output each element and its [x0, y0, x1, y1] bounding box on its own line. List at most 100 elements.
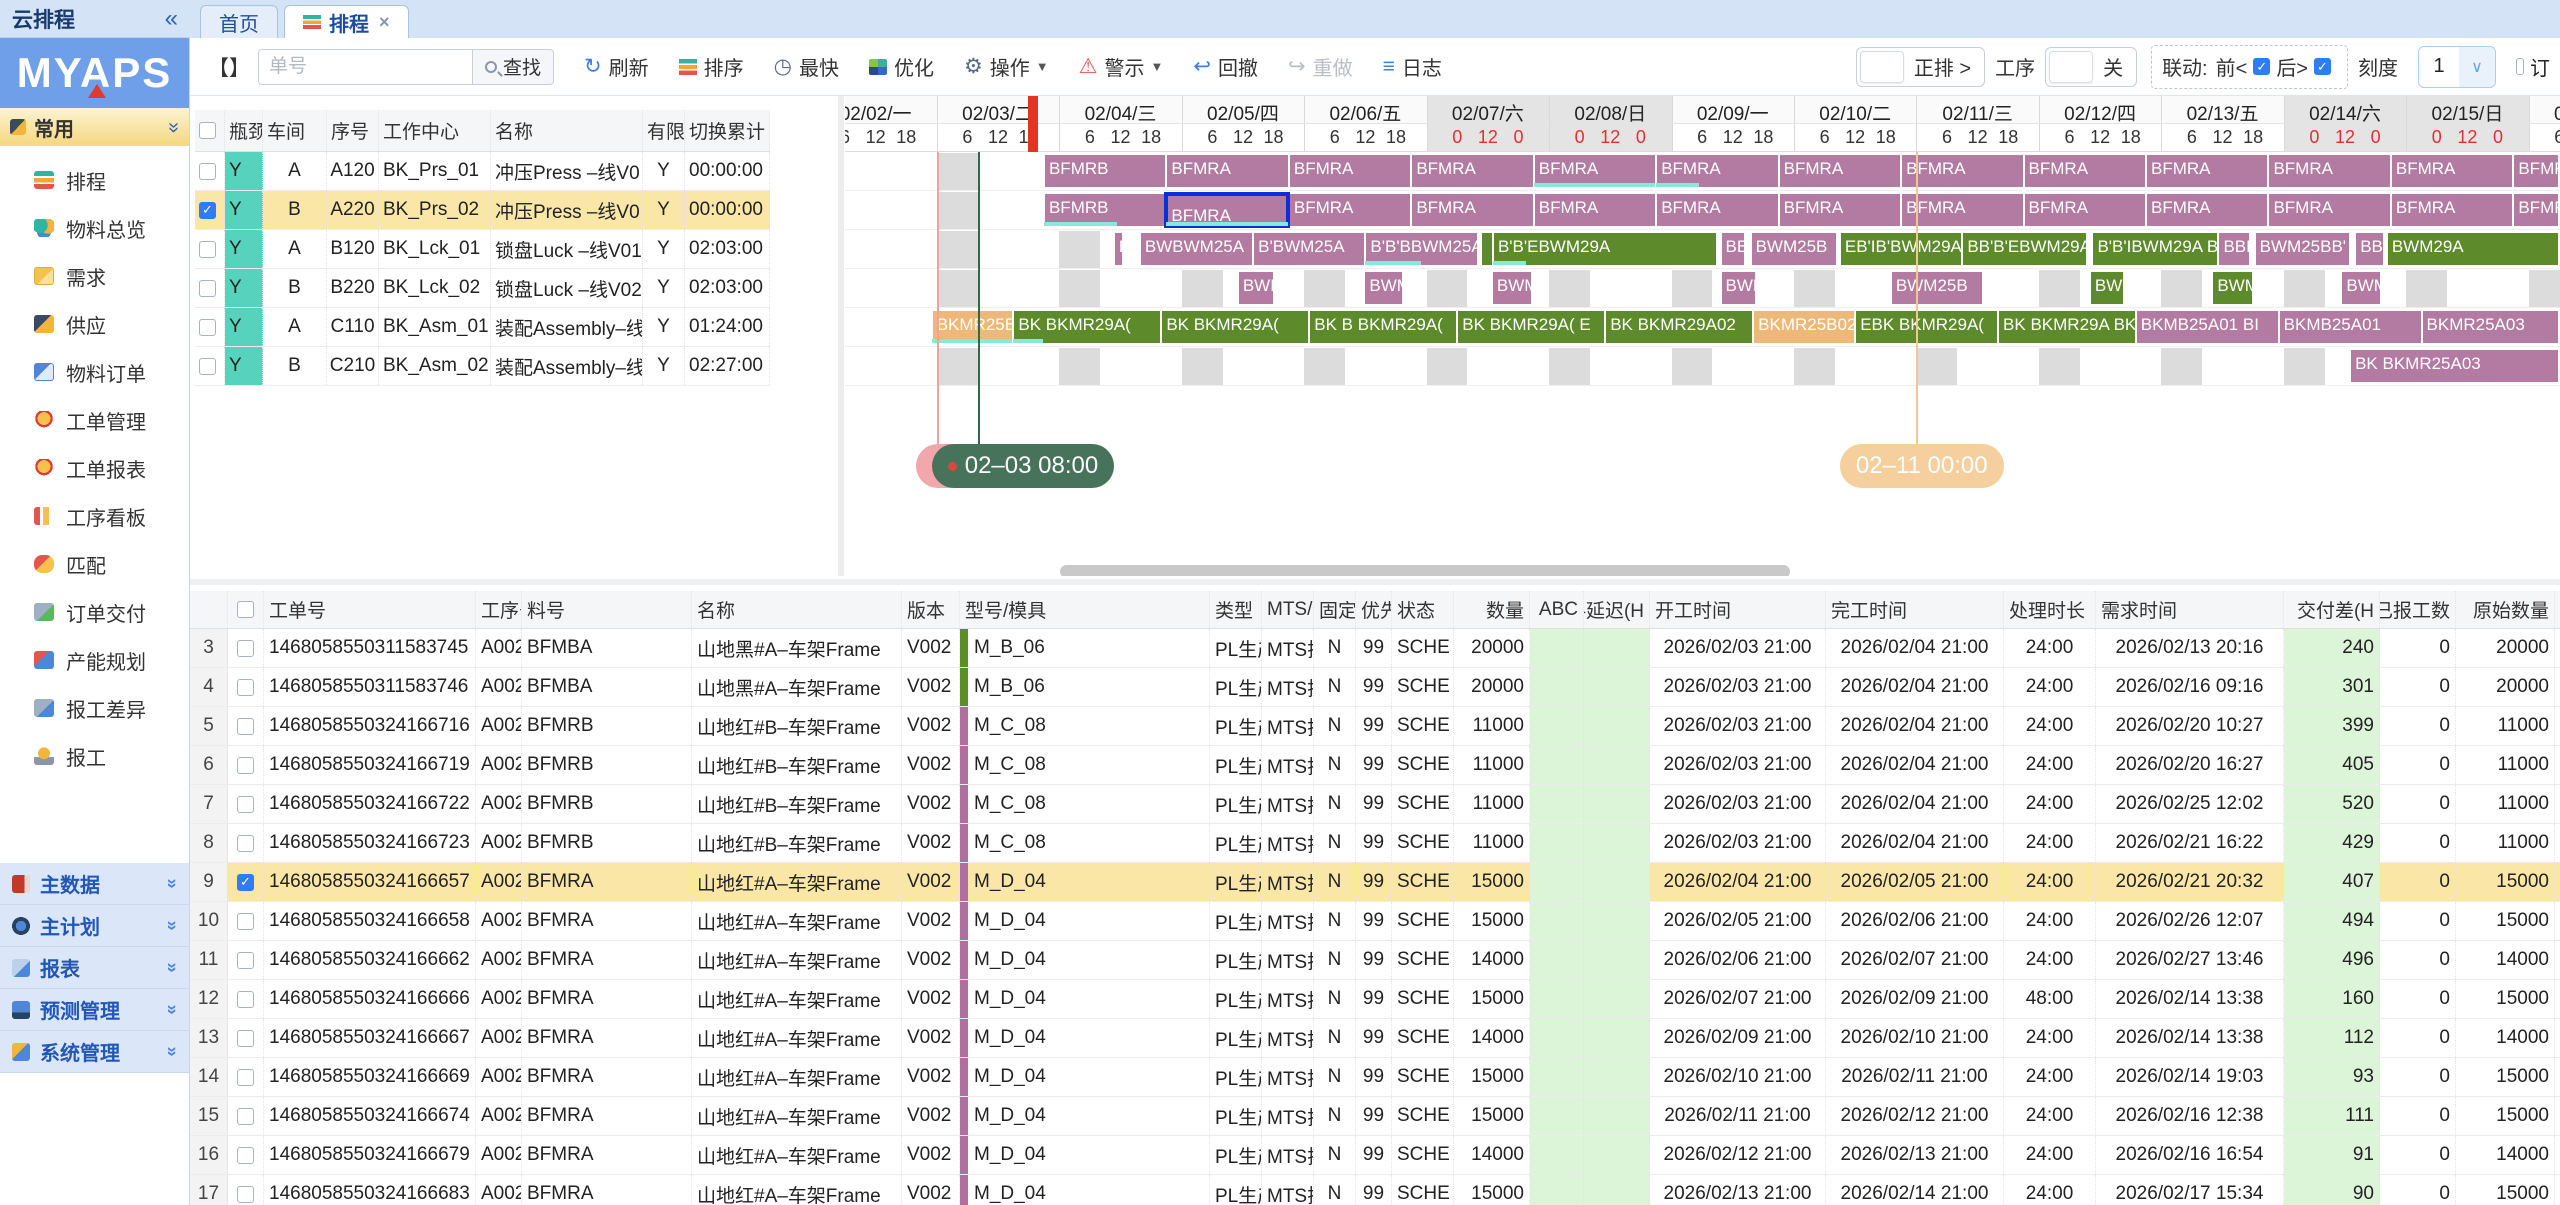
work-order-row[interactable]: 111468058550324166662A002BFMRA山地红#A–车架Fr…: [190, 941, 2560, 980]
sidebar-item-订单交付[interactable]: 订单交付: [0, 588, 189, 636]
sidebar-group-系统管理[interactable]: 系统管理»: [0, 1031, 189, 1073]
order-search-input[interactable]: [258, 49, 473, 85]
row-checkbox[interactable]: [199, 358, 216, 375]
sidebar-group-预测管理[interactable]: 预测管理»: [0, 989, 189, 1031]
gantt-bar[interactable]: BKMR25A03: [2422, 311, 2559, 343]
gantt-bar[interactable]: BFMRA: [1166, 155, 1287, 187]
linkage-back-checkbox[interactable]: ✓: [2314, 58, 2331, 75]
chevron-expand-icon[interactable]: »: [161, 878, 182, 888]
gantt-bar[interactable]: BFMRA: [1779, 155, 1900, 187]
chevron-expand-icon[interactable]: »: [161, 1046, 182, 1056]
orange-time-pill[interactable]: 02–11 00:00: [1840, 444, 2004, 488]
sidebar-item-供应[interactable]: 供应: [0, 300, 189, 348]
row-checkbox[interactable]: ✓: [237, 874, 254, 891]
sidebar-item-报工[interactable]: 报工: [0, 732, 189, 780]
gantt-bar[interactable]: BWM: [2090, 272, 2123, 304]
gantt-bar[interactable]: BFMRA: [2513, 155, 2558, 187]
gantt-bar[interactable]: BWM: [2212, 272, 2252, 304]
work-order-row[interactable]: 171468058550324166683A002BFMRA山地红#A–车架Fr…: [190, 1175, 2560, 1205]
tab-首页[interactable]: 首页: [200, 5, 278, 38]
gantt-bar[interactable]: BFMRA: [2268, 194, 2389, 226]
row-checkbox[interactable]: ✓: [199, 202, 216, 219]
sidebar-collapse-icon[interactable]: «: [165, 5, 178, 33]
sidebar-group-报表[interactable]: 报表»: [0, 947, 189, 989]
row-checkbox[interactable]: [237, 1069, 254, 1086]
sidebar-item-物料订单[interactable]: 物料订单: [0, 348, 189, 396]
sidebar-item-排程[interactable]: 排程: [0, 156, 189, 204]
clipped-checkbox[interactable]: [2516, 58, 2524, 75]
row-checkbox[interactable]: [199, 122, 216, 139]
row-checkbox[interactable]: [237, 640, 254, 657]
row-checkbox[interactable]: [237, 1186, 254, 1203]
row-checkbox[interactable]: [237, 835, 254, 852]
forward-schedule-toggle[interactable]: 正排 >: [1856, 47, 1985, 87]
gantt-bar[interactable]: BWM: [1721, 272, 1756, 304]
gantt-bar[interactable]: B'B'BBWM25A: [1365, 233, 1476, 265]
gantt-bar[interactable]: BWM: [2341, 272, 2379, 304]
row-checkbox[interactable]: [237, 1147, 254, 1164]
row-checkbox[interactable]: [237, 796, 254, 813]
gantt-bar[interactable]: BB': [2355, 233, 2383, 265]
row-checkbox[interactable]: [199, 319, 216, 336]
work-order-row[interactable]: 121468058550324166666A002BFMRA山地红#A–车架Fr…: [190, 980, 2560, 1019]
row-checkbox[interactable]: [237, 952, 254, 969]
gantt-bar[interactable]: BFMRA: [2146, 155, 2267, 187]
chevron-down-icon[interactable]: ∨: [2459, 46, 2495, 88]
chevron-expand-icon[interactable]: »: [161, 920, 182, 930]
gantt-bar[interactable]: BK BKMR25A03: [2350, 350, 2558, 382]
work-order-row[interactable]: 31468058550311583745A002BFMBA山地黑#A–车架Fra…: [190, 629, 2560, 668]
gantt-bar[interactable]: BFMRA: [2024, 155, 2145, 187]
work-order-row[interactable]: 161468058550324166679A002BFMRA山地红#A–车架Fr…: [190, 1136, 2560, 1175]
work-center-row[interactable]: YBB220BK_Lck_02锁盘Luck –线V02Y02:03:00: [195, 269, 770, 308]
row-checkbox[interactable]: [199, 280, 216, 297]
row-checkbox[interactable]: [237, 1108, 254, 1125]
gantt-bar[interactable]: BFMRA: [1656, 155, 1777, 187]
work-order-row[interactable]: 101468058550324166658A002BFMRA山地红#A–车架Fr…: [190, 902, 2560, 941]
gantt-bar[interactable]: BFMRA: [1534, 155, 1655, 187]
work-center-row[interactable]: YBC210BK_Asm_02装配Assembly–线Y02:27:00: [195, 347, 770, 386]
row-checkbox[interactable]: [199, 241, 216, 258]
gantt-bar[interactable]: B': [1114, 233, 1122, 265]
gantt-bar[interactable]: BFMRB: [1044, 194, 1165, 226]
work-order-row[interactable]: 81468058550324166723A002BFMRB山地红#B–车架Fra…: [190, 824, 2560, 863]
gantt-bar[interactable]: BKMB25A01: [2279, 311, 2421, 343]
gantt-bar[interactable]: [1481, 233, 1492, 265]
work-order-row[interactable]: 71468058550324166722A002BFMRB山地红#B–车架Fra…: [190, 785, 2560, 824]
chevron-expand-icon[interactable]: »: [161, 962, 182, 972]
work-order-row[interactable]: 141468058550324166669A002BFMRA山地红#A–车架Fr…: [190, 1058, 2560, 1097]
警示-button[interactable]: ⚠警示▼: [1079, 52, 1164, 81]
sidebar-item-匹配[interactable]: 匹配: [0, 540, 189, 588]
优化-button[interactable]: 优化: [869, 52, 934, 81]
work-center-row[interactable]: ✓YBA220BK_Prs_02冲压Press –线V0Y00:00:00: [195, 191, 770, 230]
gantt-bar[interactable]: BFMRB: [1044, 155, 1165, 187]
最快-button[interactable]: ◷最快: [774, 52, 839, 81]
gantt-bar[interactable]: BFMRA: [1289, 155, 1410, 187]
toggle-knob[interactable]: [1860, 51, 1904, 83]
row-checkbox[interactable]: [237, 991, 254, 1008]
gantt-bar[interactable]: BK BKMR29A BKBE: [1998, 311, 2135, 343]
sidebar-favorites-header[interactable]: 常用 »: [0, 108, 189, 146]
gantt-bar[interactable]: BFMRA: [2146, 194, 2267, 226]
work-center-row[interactable]: YAB120BK_Lck_01锁盘Luck –线V01Y02:03:00: [195, 230, 770, 269]
回撤-button[interactable]: ↩回撤: [1193, 52, 1258, 81]
gantt-bar[interactable]: BWM29A: [2387, 233, 2558, 265]
gantt-bar[interactable]: BWM25B: [1891, 272, 1982, 304]
gantt-bar[interactable]: BWM25BB': [2255, 233, 2349, 265]
clipped-checkbox-group[interactable]: 订: [2510, 52, 2550, 81]
gantt-bar[interactable]: BFMRA: [2391, 155, 2512, 187]
排序-button[interactable]: 排序: [679, 52, 744, 81]
gantt-bar[interactable]: BB'B'EBWM29A: [1962, 233, 2085, 265]
row-checkbox[interactable]: [237, 601, 254, 618]
gantt-bar[interactable]: BWM: [1238, 272, 1273, 304]
gantt-bar[interactable]: BWM25B: [1751, 233, 1837, 265]
刷新-button[interactable]: ↻刷新: [584, 52, 649, 81]
操作-button[interactable]: ⚙操作▼: [964, 52, 1049, 81]
sidebar-item-工单报表[interactable]: 工单报表: [0, 444, 189, 492]
gantt-bar[interactable]: B'B'IBWM29A B: [2092, 233, 2217, 265]
gantt-bar[interactable]: BFMRA: [1656, 194, 1777, 226]
gantt-horizontal-scrollbar[interactable]: [1060, 565, 1790, 576]
gantt-bar[interactable]: BK B BKMR29A(: [1309, 311, 1456, 343]
work-order-row[interactable]: 61468058550324166719A002BFMRB山地红#B–车架Fra…: [190, 746, 2560, 785]
row-checkbox[interactable]: [237, 718, 254, 735]
sidebar-item-工序看板[interactable]: 工序看板: [0, 492, 189, 540]
